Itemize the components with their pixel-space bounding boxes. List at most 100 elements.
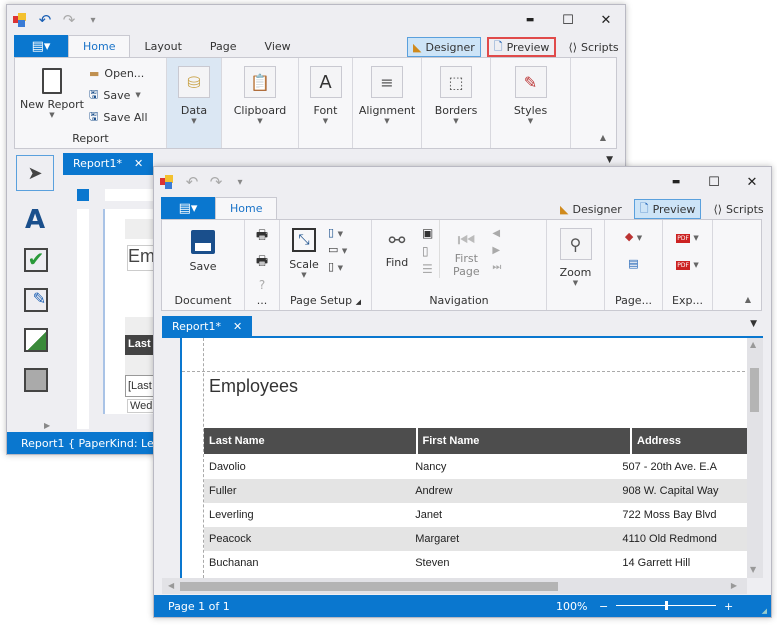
print-icon[interactable]: 🖶 xyxy=(256,226,268,248)
designer-view-button[interactable]: ◣ Designer xyxy=(554,199,628,219)
watermark-icon[interactable]: ▤ xyxy=(628,257,638,270)
maximize-button[interactable]: ☐ xyxy=(695,167,733,197)
export-pdf-icon[interactable]: PDF ▼ xyxy=(676,230,699,243)
find-button[interactable]: ⚯ Find xyxy=(372,220,422,278)
close-tab-icon[interactable]: ✕ xyxy=(233,320,242,333)
preview-view-button[interactable]: 🗋 Preview xyxy=(486,37,557,57)
minimize-button[interactable]: ▬ xyxy=(511,5,549,35)
database-add-icon: ⛁ xyxy=(178,66,210,98)
alignment-label: Alignment xyxy=(358,104,416,117)
tab-layout[interactable]: Layout xyxy=(130,35,195,57)
page-setup-icon[interactable]: ? xyxy=(259,278,265,292)
tab-list-dropdown-icon[interactable]: ▼ xyxy=(606,155,613,165)
table-cell: Fuller xyxy=(209,485,237,497)
collapse-ribbon-icon[interactable]: ▲ xyxy=(600,133,606,142)
alignment-button[interactable]: ≡ Alignment ▼ xyxy=(353,58,422,148)
undo-icon[interactable]: ↶ xyxy=(33,11,57,29)
zoom-slider[interactable] xyxy=(616,601,716,610)
file-menu-button[interactable]: ▤▾ xyxy=(14,35,68,57)
open-button[interactable]: ▬ Open... xyxy=(89,62,148,84)
tab-view[interactable]: View xyxy=(251,35,305,57)
font-button[interactable]: A Font ▼ xyxy=(299,58,353,148)
dropdown-arrow-icon: ▼ xyxy=(257,117,263,125)
dialog-launcher-icon[interactable]: ◢ xyxy=(356,298,361,306)
table-row: Buchanan Steven 14 Garrett Hill xyxy=(204,551,748,575)
expand-toolbox-icon[interactable]: ▶ xyxy=(44,421,50,430)
close-tab-icon[interactable]: ✕ xyxy=(134,157,143,170)
close-button[interactable]: ✕ xyxy=(587,5,625,35)
last-page-icon[interactable]: ⏭ xyxy=(492,262,501,273)
scale-button[interactable]: ⤡ Scale ▼ xyxy=(280,220,328,279)
zoom-button[interactable]: ⚲ Zoom ▼ xyxy=(547,220,604,287)
checkbox-tool[interactable]: ✔ xyxy=(24,248,48,272)
rich-text-tool[interactable]: ✎ xyxy=(24,288,48,312)
undo-icon[interactable]: ↶ xyxy=(180,173,204,191)
new-report-button[interactable]: New Report ▼ xyxy=(15,58,89,128)
quick-print-icon[interactable]: 🖶 xyxy=(256,252,268,274)
app-icon xyxy=(13,13,27,27)
bookmarks-icon[interactable]: ▯ xyxy=(422,244,433,258)
thumbnails-icon[interactable]: ▣ xyxy=(422,226,433,240)
scroll-left-icon[interactable]: ◀ xyxy=(168,581,174,590)
maximize-button[interactable]: ☐ xyxy=(549,5,587,35)
file-menu-button[interactable]: ▤▾ xyxy=(161,197,215,219)
minimize-button[interactable]: ▬ xyxy=(657,167,695,197)
clipboard-button[interactable]: 📋 Clipboard ▼ xyxy=(222,58,299,148)
picture-tool[interactable] xyxy=(24,328,48,352)
vertical-scrollbar[interactable]: ▲ ▼ xyxy=(747,338,763,578)
column-header[interactable]: Address xyxy=(632,428,748,454)
page-color-icon[interactable]: ◆ ▼ xyxy=(625,230,642,243)
designer-doc-tab[interactable]: Report1* ✕ xyxy=(63,153,154,173)
editing-fields-icon[interactable]: ☰ xyxy=(422,262,433,276)
zoom-in-button[interactable]: + xyxy=(724,600,733,613)
save-button[interactable]: 🖫 Save ▼ xyxy=(89,84,148,106)
column-header[interactable]: First Name xyxy=(417,428,631,454)
collapse-ribbon-icon[interactable]: ▲ xyxy=(745,295,751,304)
tab-home[interactable]: Home xyxy=(215,197,278,219)
save-label: Save xyxy=(103,88,131,102)
close-button[interactable]: ✕ xyxy=(733,167,771,197)
preview-doc-tab[interactable]: Report1* ✕ xyxy=(162,316,253,336)
zoom-out-button[interactable]: − xyxy=(599,600,608,613)
panel-tool[interactable] xyxy=(24,368,48,392)
data-button[interactable]: ⛁ Data ▼ xyxy=(167,58,222,148)
scroll-up-icon[interactable]: ▲ xyxy=(750,340,756,349)
orientation-icon[interactable]: ▭ ▼ xyxy=(328,243,347,256)
resize-grip-icon[interactable]: ◢ xyxy=(762,607,767,615)
zoom-slider-thumb[interactable] xyxy=(665,601,668,610)
save-all-button[interactable]: 🖫 Save All xyxy=(89,106,148,128)
tab-page[interactable]: Page xyxy=(196,35,251,57)
borders-button[interactable]: ⬚ Borders ▼ xyxy=(422,58,491,148)
customize-qat-icon[interactable]: ▾ xyxy=(228,177,252,188)
horizontal-scroll-thumb[interactable] xyxy=(180,582,558,591)
next-page-icon[interactable]: ▶ xyxy=(492,245,501,256)
tab-home[interactable]: Home xyxy=(68,35,131,57)
scroll-right-icon[interactable]: ▶ xyxy=(731,581,737,590)
styles-button[interactable]: ✎ Styles ▼ xyxy=(491,58,571,148)
vertical-ruler xyxy=(77,209,89,429)
scripts-view-button[interactable]: ⟨⟩ Scripts xyxy=(562,37,624,57)
send-pdf-icon[interactable]: PDF ▼ xyxy=(676,257,699,270)
designer-view-button[interactable]: ◣ Designer xyxy=(407,37,481,57)
previous-page-icon[interactable]: ◀ xyxy=(492,228,501,239)
save-button[interactable]: Save xyxy=(162,220,244,273)
title-bar: ↶ ↷ ▾ ▬ ☐ ✕ xyxy=(7,5,625,35)
scripts-view-button[interactable]: ⟨⟩ Scripts xyxy=(707,199,769,219)
margins-icon[interactable]: ▯ ▼ xyxy=(328,226,347,239)
redo-icon[interactable]: ↷ xyxy=(204,173,228,191)
preview-view-button[interactable]: 🗋 Preview xyxy=(633,199,702,219)
paper-size-icon[interactable]: ▯ ▼ xyxy=(328,260,347,273)
table-cell: Margaret xyxy=(415,533,460,545)
customize-qat-icon[interactable]: ▾ xyxy=(81,15,105,26)
new-report-label: New Report xyxy=(20,98,84,111)
pointer-tool[interactable]: ➤ xyxy=(16,155,54,191)
label-tool[interactable]: A xyxy=(16,205,54,235)
column-header[interactable]: Last Name xyxy=(204,428,416,454)
vertical-scroll-thumb[interactable] xyxy=(750,368,759,412)
redo-icon[interactable]: ↷ xyxy=(57,11,81,29)
dropdown-arrow-icon: ▼ xyxy=(453,117,459,125)
horizontal-scrollbar[interactable]: ◀ ▶ xyxy=(162,578,747,594)
first-page-button[interactable]: ⏮ First Page xyxy=(440,220,492,278)
scroll-down-icon[interactable]: ▼ xyxy=(750,565,756,574)
tab-list-dropdown-icon[interactable]: ▼ xyxy=(750,319,757,329)
